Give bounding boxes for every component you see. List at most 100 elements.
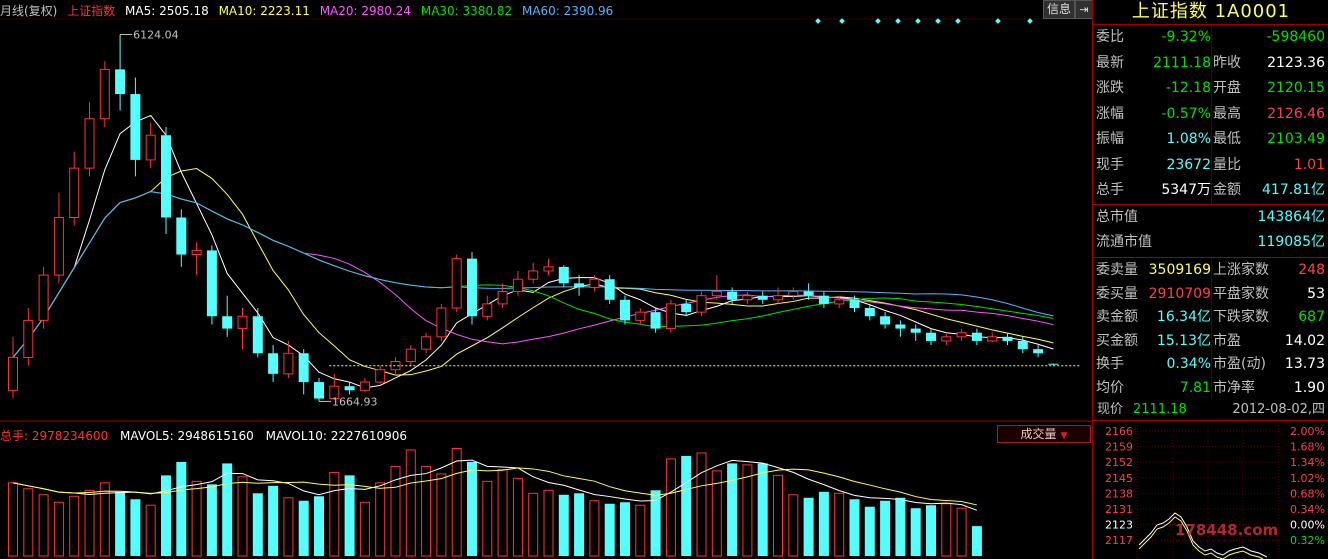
volume-bar[interactable] [375,482,386,557]
volume-bar[interactable] [574,493,585,556]
candle-body[interactable] [53,217,64,276]
volume-bar[interactable] [436,473,447,557]
volume-bar[interactable] [665,458,676,557]
volume-bar[interactable] [222,463,233,556]
candle-body[interactable] [757,295,768,300]
candle-body[interactable] [145,134,156,161]
volume-bar[interactable] [252,493,263,556]
volume-bar[interactable] [206,484,217,556]
candle-body[interactable] [237,315,248,330]
candle-body[interactable] [971,332,982,341]
candle-body[interactable] [880,316,891,325]
volume-bar[interactable] [283,497,294,557]
candle-body[interactable] [1017,340,1028,350]
candle-body[interactable] [405,348,416,363]
volume-bar[interactable] [482,480,493,557]
volume-bar[interactable] [8,482,18,557]
candle-body[interactable] [375,369,386,383]
candle-body[interactable] [23,319,34,358]
candle-body[interactable] [620,299,630,321]
candle-body[interactable] [650,312,661,329]
kline-chart-area[interactable]: 6124.04 1664.93 月线(复权) 上证指数 MA5: 2505.18 … [0,0,1093,559]
candle-body[interactable] [497,291,508,305]
candle-body[interactable] [222,316,233,329]
volume-bar[interactable] [145,504,156,557]
intraday-minichart[interactable]: 2166 2.00% 2159 1.68% 2152 1.34% 2145 1.02% 2138… [1093,421,1328,559]
candle-body[interactable] [528,270,539,280]
volume-bar[interactable] [359,501,370,557]
volume-bar[interactable] [910,508,921,556]
candle-body[interactable] [161,135,171,218]
candle-body[interactable] [742,295,753,301]
candle-body[interactable] [941,336,952,342]
exit-icon[interactable]: ⇥ [1075,0,1093,19]
kline-chart-svg[interactable]: 6124.04 1664.93 [0,0,1092,559]
candle-body[interactable] [84,118,95,169]
volume-bar[interactable] [115,491,126,556]
candle-body[interactable] [38,274,49,321]
candle-body[interactable] [512,278,523,293]
candle-body[interactable] [727,291,738,300]
volume-bar[interactable] [589,500,600,557]
candle-body[interactable] [206,250,217,317]
candle-body[interactable] [834,299,845,305]
volume-bar[interactable] [298,500,309,556]
volume-bar[interactable] [191,480,202,557]
candle-body[interactable] [864,308,875,317]
candle-body[interactable] [314,382,324,399]
volume-bar[interactable] [344,475,355,556]
candle-body[interactable] [467,258,477,317]
candle-body[interactable] [1048,363,1059,365]
volume-bar[interactable] [926,505,936,556]
candle-body[interactable] [773,295,783,301]
volume-bar[interactable] [635,504,646,557]
info-button[interactable]: 信息 [1043,0,1075,19]
volume-bar[interactable] [23,488,34,557]
candle-body[interactable] [910,328,921,333]
candle-body[interactable] [681,303,692,313]
volume-bar[interactable] [880,500,891,556]
volume-bar[interactable] [895,497,906,556]
volume-bar[interactable] [971,526,982,556]
volume-bar[interactable] [405,449,416,557]
volume-bar[interactable] [818,491,829,556]
candle-body[interactable] [344,386,355,391]
candle-body[interactable] [788,291,799,297]
candle-body[interactable] [589,278,600,288]
volume-bar[interactable] [497,468,508,557]
volume-bar[interactable] [161,475,171,556]
volume-bar[interactable] [130,499,141,556]
volume-bar[interactable] [69,495,80,557]
volume-bar[interactable] [314,496,324,556]
candle-body[interactable] [69,167,80,218]
volume-bar[interactable] [849,499,860,556]
volume-bar[interactable] [268,485,279,556]
volume-bar[interactable] [620,502,630,556]
candle-body[interactable] [482,303,493,317]
volume-bar[interactable] [757,463,768,556]
indicator-select[interactable]: 成交量 ▼ [997,425,1091,443]
volume-bar[interactable] [543,489,554,557]
candle-body[interactable] [665,303,676,330]
candle-body[interactable] [956,332,967,338]
candle-body[interactable] [176,217,187,255]
candle-body[interactable] [252,316,263,354]
candle-body[interactable] [191,249,202,256]
volume-bar[interactable] [681,455,692,556]
candle-body[interactable] [574,283,585,288]
volume-bar[interactable] [467,461,477,556]
volume-bar[interactable] [528,492,539,557]
candle-body[interactable] [8,356,18,391]
candle-body[interactable] [451,258,462,309]
candle-body[interactable] [115,69,126,95]
candle-body[interactable] [436,307,447,338]
volume-bar[interactable] [604,503,615,556]
candle-body[interactable] [635,311,646,321]
volume-bar[interactable] [834,492,845,557]
candle-body[interactable] [558,266,569,284]
candle-body[interactable] [803,291,814,296]
volume-bar[interactable] [176,461,187,556]
candle-body[interactable] [268,353,279,374]
volume-bar[interactable] [38,494,49,557]
volume-bar[interactable] [803,497,814,556]
